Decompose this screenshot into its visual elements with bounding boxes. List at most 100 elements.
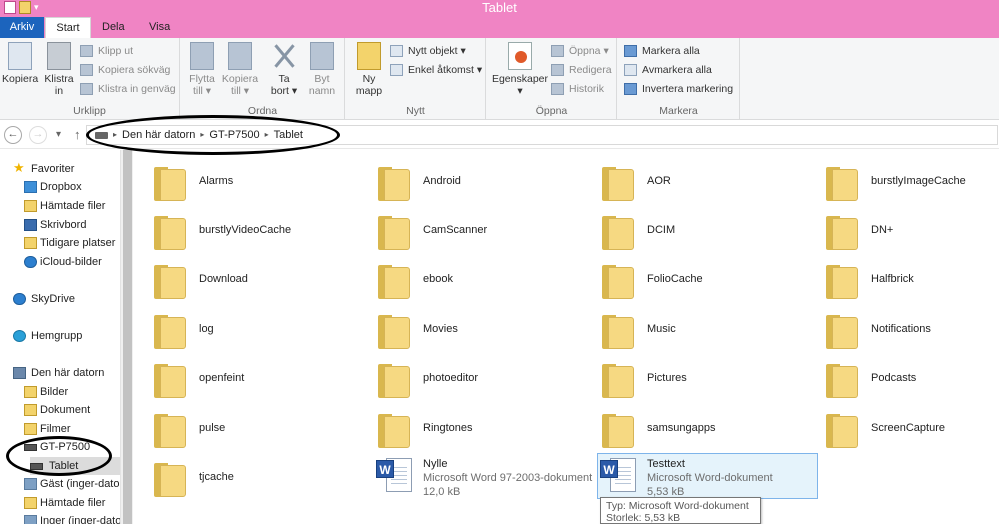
folder-item[interactable]: DCIM xyxy=(582,209,797,250)
user-folder-icon xyxy=(24,515,37,524)
folder-icon xyxy=(154,463,186,497)
folder-item[interactable]: Podcasts xyxy=(806,357,999,398)
up-arrow-icon[interactable]: ↑ xyxy=(74,126,81,144)
folder-label: Download xyxy=(199,273,248,285)
folder-label: Notifications xyxy=(871,323,931,335)
tab-share[interactable]: Dela xyxy=(92,17,135,38)
folder-icon xyxy=(826,265,858,299)
clipboard-group: Kopiera Klistra in Klipp ut Kopiera sökv… xyxy=(0,38,180,120)
copy-path-button[interactable]: Kopiera sökväg xyxy=(80,61,170,79)
nav-tablet[interactable]: Tablet xyxy=(30,457,120,475)
folder-icon xyxy=(154,414,186,448)
folder-item[interactable]: log xyxy=(134,308,349,349)
scrollbar-thumb[interactable] xyxy=(123,150,132,524)
folder-label: burstlyVideoCache xyxy=(199,224,292,236)
folder-item[interactable]: Movies xyxy=(358,308,573,349)
copy-to-button[interactable]: Kopiera till ▾ xyxy=(221,42,259,97)
select-all-button[interactable]: Markera alla xyxy=(624,42,700,60)
folder-label: log xyxy=(199,323,214,335)
open-group: Egenskaper ▾ Öppna ▾ Redigera Historik Ö… xyxy=(487,38,617,120)
forward-button[interactable]: → xyxy=(29,126,47,144)
folder-item[interactable]: CamScanner xyxy=(358,209,573,250)
delete-button[interactable]: Ta bort ▾ xyxy=(269,42,299,97)
folder-label: ScreenCapture xyxy=(871,422,945,434)
history-button[interactable]: Historik xyxy=(551,80,604,98)
select-group: Markera alla Avmarkera alla Invertera ma… xyxy=(618,38,740,120)
nav-pane-scrollbar[interactable] xyxy=(120,150,133,524)
copy-icon xyxy=(8,42,32,70)
easy-access-button[interactable]: Enkel åtkomst ▾ xyxy=(390,61,482,79)
breadcrumb: ▸ Den här datorn ▸ GT-P7500 ▸ Tablet xyxy=(95,126,303,144)
folder-item[interactable]: photoeditor xyxy=(358,357,573,398)
folder-icon xyxy=(826,216,858,250)
folder-item[interactable]: tjcache xyxy=(134,456,349,497)
folder-item[interactable]: Pictures xyxy=(582,357,797,398)
invert-selection-button[interactable]: Invertera markering xyxy=(624,80,733,98)
new-group: Ny mapp Nytt objekt ▾ Enkel åtkomst ▾ Ny… xyxy=(346,38,486,120)
folder-item[interactable]: ebook xyxy=(358,258,573,299)
new-item-icon xyxy=(390,45,403,57)
new-folder-button[interactable]: Ny mapp xyxy=(352,42,386,97)
edit-button[interactable]: Redigera xyxy=(551,61,612,79)
recent-locations-icon[interactable]: ▾ xyxy=(56,126,61,144)
tab-home[interactable]: Start xyxy=(45,17,91,38)
folder-label: burstlyImageCache xyxy=(871,175,966,187)
tab-view[interactable]: Visa xyxy=(139,17,180,38)
back-button[interactable]: ← xyxy=(4,126,22,144)
folder-item[interactable]: Alarms xyxy=(134,160,349,201)
cut-button[interactable]: Klipp ut xyxy=(80,42,133,60)
paste-button[interactable]: Klistra in xyxy=(42,42,76,97)
tab-file[interactable]: Arkiv xyxy=(0,17,44,38)
folder-icon xyxy=(602,265,634,299)
copy-button[interactable]: Kopiera xyxy=(2,42,38,85)
folder-item[interactable]: FolioCache xyxy=(582,258,797,299)
folder-item[interactable]: Notifications xyxy=(806,308,999,349)
rename-button[interactable]: Byt namn xyxy=(305,42,339,97)
select-none-button[interactable]: Avmarkera alla xyxy=(624,61,712,79)
folder-item[interactable]: burstlyVideoCache xyxy=(134,209,349,250)
paste-shortcut-button[interactable]: Klistra in genväg xyxy=(80,80,176,98)
ribbon: Kopiera Klistra in Klipp ut Kopiera sökv… xyxy=(0,38,999,120)
folder-item[interactable]: samsungapps xyxy=(582,407,797,448)
file-item-nylle[interactable]: W Nylle Microsoft Word 97-2003-dokument … xyxy=(376,454,596,502)
folder-item[interactable]: openfeint xyxy=(134,357,349,398)
invert-selection-icon xyxy=(624,83,637,95)
navigation-pane: ★ Favoriter Dropbox Hämtade filer Skrivb… xyxy=(0,150,120,524)
breadcrumb-current[interactable]: Tablet xyxy=(274,126,303,144)
folder-item[interactable]: burstlyImageCache xyxy=(806,160,999,201)
breadcrumb-this-pc[interactable]: Den här datorn xyxy=(122,126,195,144)
folder-icon xyxy=(378,216,410,250)
folder-item[interactable]: Download xyxy=(134,258,349,299)
folder-item[interactable]: DN+ xyxy=(806,209,999,250)
organize-group: Flytta till ▾ Kopiera till ▾ Ta bort ▾ B… xyxy=(181,38,345,120)
scissors-icon xyxy=(80,45,93,57)
homegroup-icon xyxy=(13,330,26,342)
properties-icon xyxy=(508,42,532,70)
folder-label: pulse xyxy=(199,422,226,434)
folder-item[interactable]: Music xyxy=(582,308,797,349)
folder-label: openfeint xyxy=(199,372,245,384)
chevron-right-icon[interactable]: ▸ xyxy=(113,126,117,144)
folder-item[interactable]: Halfbrick xyxy=(806,258,999,299)
folder-item[interactable]: pulse xyxy=(134,407,349,448)
word-doc-icon: W xyxy=(600,454,644,498)
folder-item[interactable]: Android xyxy=(358,160,573,201)
word-doc-icon: W xyxy=(376,454,420,498)
open-button[interactable]: Öppna ▾ xyxy=(551,42,609,60)
folder-label: Halfbrick xyxy=(871,273,914,285)
breadcrumb-device[interactable]: GT-P7500 xyxy=(209,126,259,144)
chevron-right-icon[interactable]: ▸ xyxy=(200,126,204,144)
new-item-button[interactable]: Nytt objekt ▾ xyxy=(390,42,466,60)
move-folder-icon xyxy=(190,42,214,70)
folder-item[interactable]: AOR xyxy=(582,160,797,201)
recent-places-icon xyxy=(24,237,37,249)
move-to-button[interactable]: Flytta till ▾ xyxy=(185,42,219,97)
folder-item[interactable]: Ringtones xyxy=(358,407,573,448)
address-bar[interactable]: ▸ Den här datorn ▸ GT-P7500 ▸ Tablet xyxy=(86,125,998,145)
file-item-testtext[interactable]: W Testtext Microsoft Word-dokument 5,53 … xyxy=(597,453,818,499)
properties-button[interactable]: Egenskaper ▾ xyxy=(491,42,549,97)
folder-icon xyxy=(154,216,186,250)
folder-item[interactable]: ScreenCapture xyxy=(806,407,999,448)
chevron-right-icon[interactable]: ▸ xyxy=(265,126,269,144)
ribbon-tabs: Arkiv Start Dela Visa xyxy=(0,17,999,38)
